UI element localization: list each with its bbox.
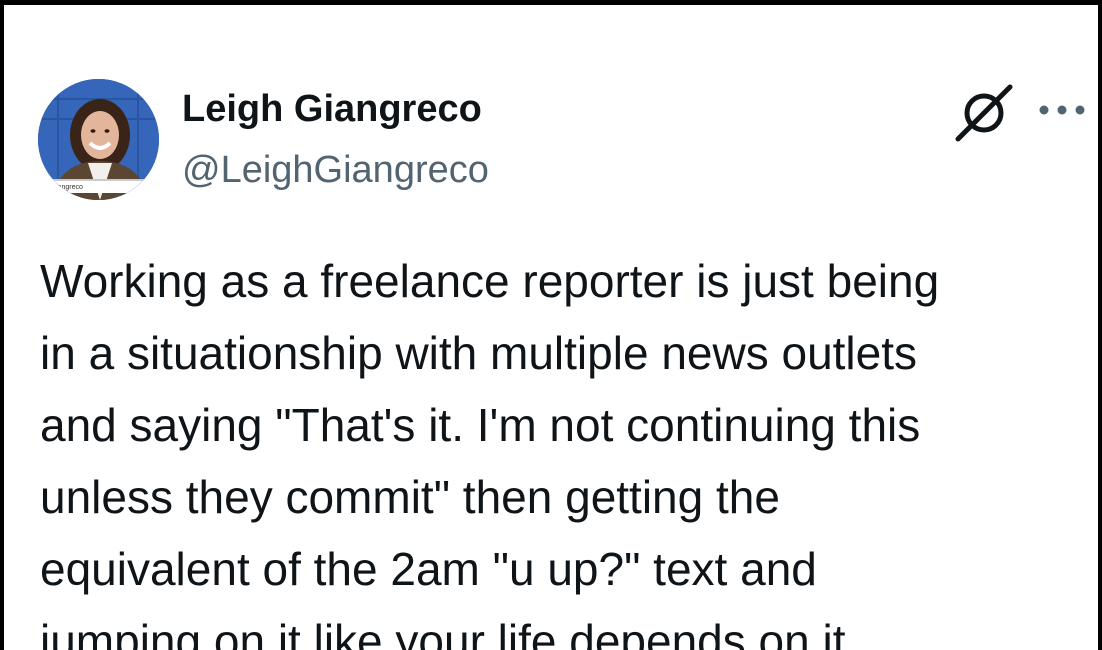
tweet-line: Working as a freelance reporter is just … bbox=[40, 255, 940, 307]
tweet-card: iangreco Leigh Giangreco @LeighGiangreco… bbox=[0, 0, 1102, 650]
tweet-line: equivalent of the 2am "u up?" text and bbox=[40, 543, 817, 595]
tweet-line: jumping on it like your life depends on … bbox=[40, 615, 846, 650]
tweet-text: Working as a freelance reporter is just … bbox=[40, 245, 1080, 650]
display-name[interactable]: Leigh Giangreco bbox=[182, 85, 482, 133]
profile-photo: iangreco bbox=[38, 79, 159, 200]
avatar[interactable]: iangreco bbox=[38, 79, 159, 200]
user-handle[interactable]: @LeighGiangreco bbox=[182, 146, 489, 194]
more-options-icon[interactable] bbox=[1036, 95, 1088, 125]
tweet-line: unless they commit" then getting the bbox=[40, 471, 780, 523]
tweet-line: in a situationship with multiple news ou… bbox=[40, 327, 918, 379]
avatar-caption: iangreco bbox=[56, 184, 83, 191]
tweet-line: and saying "That's it. I'm not continuin… bbox=[40, 399, 921, 451]
grok-icon[interactable] bbox=[952, 81, 1016, 145]
